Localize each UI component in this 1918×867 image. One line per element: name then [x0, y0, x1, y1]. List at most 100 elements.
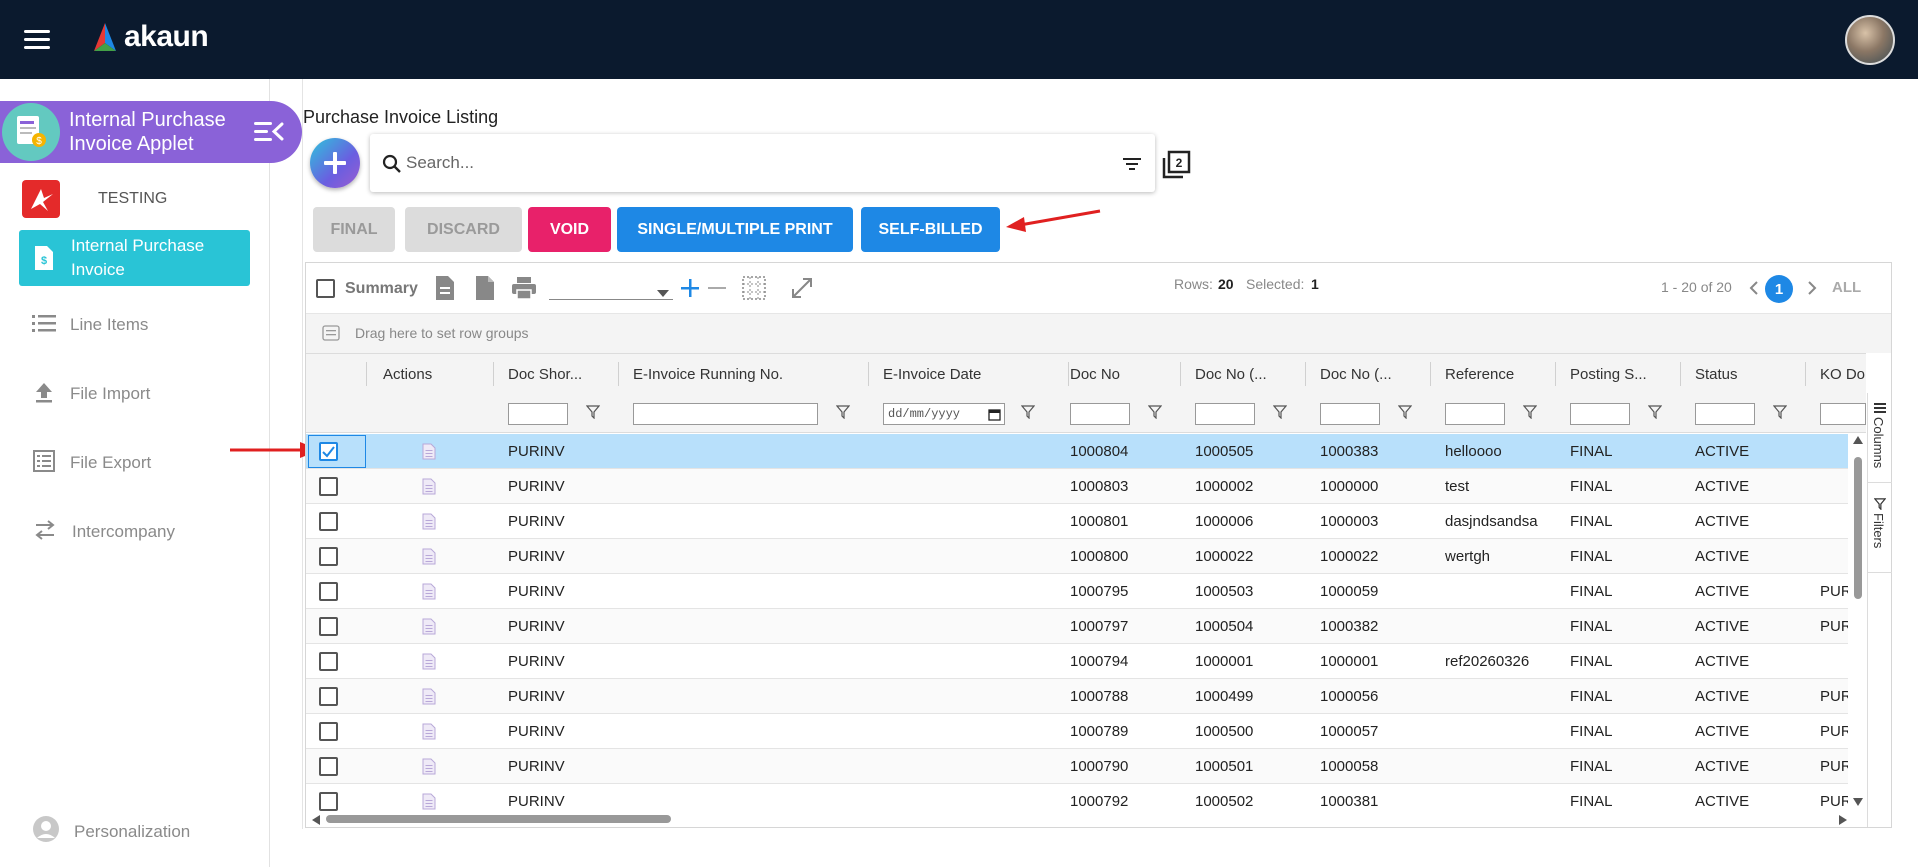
column-header[interactable]: KO Do — [1820, 354, 1866, 394]
summary-checkbox[interactable] — [316, 279, 335, 298]
row-checkbox[interactable] — [319, 652, 338, 671]
row-checkbox[interactable] — [319, 547, 338, 566]
sidebar-item-internal-purchase-invoice[interactable]: $ Internal Purchase Invoice — [19, 230, 250, 286]
void-button[interactable]: VOID — [528, 207, 611, 252]
table-row[interactable]: PURINV 1000788 1000499 1000056 FINAL ACTIVE PU… — [306, 679, 1848, 714]
fullscreen-icon[interactable] — [790, 276, 814, 305]
filter-input-posting-status[interactable] — [1570, 403, 1630, 425]
filter-input-einvoice-date[interactable]: dd/mm/yyyy — [883, 403, 1005, 425]
filter-input-doc-no[interactable] — [1070, 403, 1130, 425]
funnel-icon[interactable] — [835, 405, 851, 424]
discard-button[interactable]: DISCARD — [405, 207, 522, 252]
add-button[interactable] — [310, 138, 360, 188]
view-document-icon[interactable] — [422, 513, 436, 534]
collapse-sidebar-icon[interactable] — [252, 119, 284, 150]
view-document-icon[interactable] — [422, 653, 436, 674]
filter-input-ko-doc[interactable] — [1820, 403, 1866, 425]
filter-input-einvoice-running-no[interactable] — [633, 403, 818, 425]
row-checkbox[interactable] — [319, 792, 338, 811]
filter-lines-icon[interactable] — [1122, 156, 1142, 177]
row-checkbox[interactable] — [319, 617, 338, 636]
funnel-icon[interactable] — [1272, 405, 1288, 424]
filter-input-doc-no-2[interactable] — [1195, 403, 1255, 425]
sidebar-item-file-import[interactable]: File Import — [32, 380, 150, 408]
table-row[interactable]: PURINV 1000800 1000022 1000022 wertgh FINAL AC… — [306, 539, 1848, 574]
funnel-icon[interactable] — [1147, 405, 1163, 424]
chevron-left-icon[interactable] — [1749, 280, 1759, 301]
view-document-icon[interactable] — [422, 758, 436, 779]
final-button[interactable]: FINAL — [313, 207, 395, 252]
horizontal-scroll-thumb[interactable] — [326, 815, 671, 823]
table-row[interactable]: PURINV 1000803 1000002 1000000 test FINAL ACTI… — [306, 469, 1848, 504]
sidebar-item-personalization[interactable]: Personalization — [32, 815, 190, 848]
chevron-right-icon[interactable] — [1807, 280, 1817, 301]
view-document-icon[interactable] — [422, 583, 436, 604]
company-selector[interactable]: TESTING — [22, 180, 167, 218]
view-document-icon[interactable] — [422, 443, 436, 464]
column-header[interactable]: Doc No (... — [1195, 354, 1290, 394]
expand-plus-icon[interactable] — [680, 278, 700, 303]
vertical-scrollbar[interactable] — [1850, 433, 1866, 813]
grid-dots-icon[interactable] — [742, 276, 766, 305]
view-document-icon[interactable] — [422, 478, 436, 499]
row-checkbox[interactable] — [319, 477, 338, 496]
all-pages-button[interactable]: ALL — [1832, 279, 1861, 296]
layout-select[interactable] — [549, 299, 673, 300]
column-header[interactable]: Status — [1695, 354, 1790, 394]
page-number-button[interactable]: 1 — [1765, 275, 1793, 303]
table-row[interactable]: PURINV 1000801 1000006 1000003 dasjndsandsa F… — [306, 504, 1848, 539]
sidebar-item-file-export[interactable]: File Export — [32, 449, 151, 477]
column-header[interactable]: Doc No (... — [1320, 354, 1415, 394]
self-billed-button[interactable]: SELF-BILLED — [861, 207, 1000, 252]
column-header[interactable]: Posting S... — [1570, 354, 1665, 394]
table-row[interactable]: PURINV 1000789 1000500 1000057 FINAL ACTIVE PU… — [306, 714, 1848, 749]
sidebar-item-line-items[interactable]: Line Items — [32, 311, 148, 339]
table-row[interactable]: PURINV 1000797 1000504 1000382 FINAL ACTIVE PU… — [306, 609, 1848, 644]
funnel-icon[interactable] — [1020, 405, 1036, 424]
document-icon[interactable] — [434, 275, 456, 306]
column-header[interactable]: Reference — [1445, 354, 1540, 394]
table-row[interactable]: PURINV 1000790 1000501 1000058 FINAL ACTIVE PU… — [306, 749, 1848, 784]
funnel-icon[interactable] — [1522, 405, 1538, 424]
column-header[interactable]: E-Invoice Running No. — [633, 354, 813, 394]
sidebar-item-intercompany[interactable]: Intercompany — [32, 518, 175, 546]
print-icon[interactable] — [511, 276, 537, 305]
column-header[interactable]: E-Invoice Date — [883, 354, 1013, 394]
funnel-icon[interactable] — [585, 405, 601, 424]
filter-input-doc-no-3[interactable] — [1320, 403, 1380, 425]
view-document-icon[interactable] — [422, 723, 436, 744]
view-document-icon[interactable] — [422, 688, 436, 709]
scroll-down-icon[interactable] — [1852, 797, 1864, 807]
funnel-icon[interactable] — [1772, 405, 1788, 424]
row-group-bar[interactable]: Drag here to set row groups — [306, 313, 1891, 353]
row-checkbox[interactable] — [319, 757, 338, 776]
vertical-scroll-thumb[interactable] — [1854, 457, 1862, 599]
scroll-left-icon[interactable] — [311, 814, 321, 826]
row-checkbox[interactable] — [319, 687, 338, 706]
funnel-icon[interactable] — [1647, 405, 1663, 424]
menu-icon[interactable] — [24, 30, 50, 50]
calendar-icon[interactable] — [988, 408, 1001, 426]
row-checkbox[interactable] — [319, 582, 338, 601]
row-checkbox[interactable] — [319, 442, 338, 461]
filters-tab[interactable]: Filters — [1868, 493, 1892, 573]
column-header[interactable]: Doc Shor... — [508, 354, 603, 394]
search-input[interactable] — [406, 150, 1086, 176]
view-document-icon[interactable] — [422, 548, 436, 569]
filter-input-doc-short[interactable] — [508, 403, 568, 425]
table-row[interactable]: PURINV 1000795 1000503 1000059 FINAL ACTIVE PU… — [306, 574, 1848, 609]
row-checkbox[interactable] — [319, 512, 338, 531]
user-avatar[interactable] — [1845, 15, 1895, 65]
blank-document-icon[interactable] — [474, 275, 496, 306]
collapse-minus-icon[interactable] — [707, 278, 727, 303]
scroll-right-icon[interactable] — [1838, 814, 1848, 826]
scroll-up-icon[interactable] — [1852, 435, 1864, 445]
table-row[interactable]: PURINV 1000804 1000505 1000383 helloooo FINAL… — [306, 434, 1848, 469]
horizontal-scrollbar[interactable] — [306, 811, 1866, 827]
print-button[interactable]: SINGLE/MULTIPLE PRINT — [617, 207, 853, 252]
row-checkbox[interactable] — [319, 722, 338, 741]
table-row[interactable]: PURINV 1000794 1000001 1000001 ref20260326 FI… — [306, 644, 1848, 679]
copy-stack-icon[interactable]: 2 — [1161, 150, 1191, 185]
filter-input-reference[interactable] — [1445, 403, 1505, 425]
filter-input-status[interactable] — [1695, 403, 1755, 425]
